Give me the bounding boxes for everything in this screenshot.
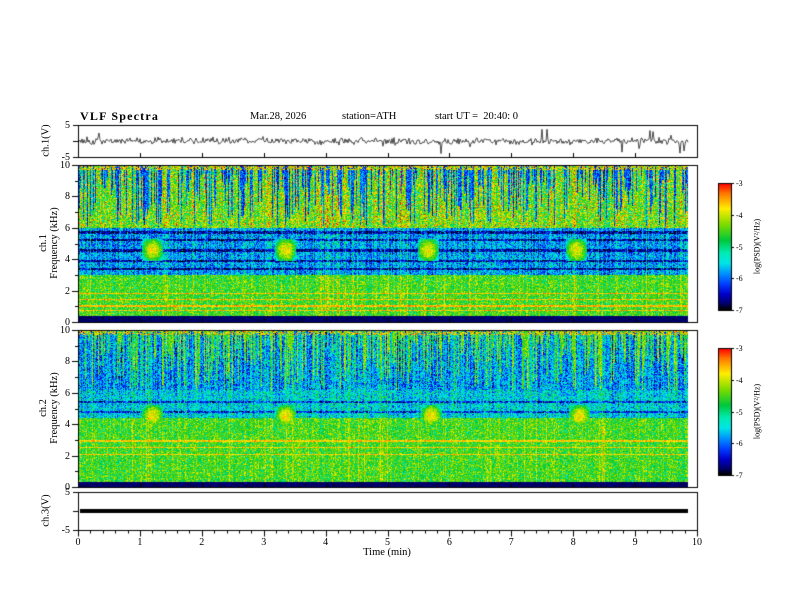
x-tick-label: 3 — [261, 537, 267, 548]
y-tick-label: 4 — [65, 419, 70, 431]
x-tick-label: 0 — [75, 537, 81, 548]
colorbar-tick-label: -6 — [736, 439, 743, 449]
colorbar-tick-label: -6 — [736, 274, 743, 284]
y-tick-label: -5 — [61, 525, 70, 536]
x-tick-label: 1 — [137, 537, 143, 548]
y-tick-label: 2 — [65, 285, 70, 297]
colorbar-tick-label: -5 — [736, 242, 743, 252]
x-tick-label: 10 — [692, 537, 702, 548]
y-tick-label: 6 — [65, 222, 70, 234]
x-tick-label: 8 — [570, 537, 576, 548]
y-tick-label: 10 — [60, 325, 70, 336]
y-tick-label: -5 — [61, 152, 70, 163]
y-tick-label: 5 — [65, 120, 70, 131]
colorbar-tick-label: -3 — [736, 179, 743, 188]
text-layer: VLF Spectra Mar.28, 2026 station=ATH sta… — [0, 0, 792, 612]
plot-date: Mar.28, 2026 — [250, 111, 307, 122]
y-tick-label: 8 — [65, 191, 70, 203]
x-tick-label: 4 — [323, 537, 329, 548]
y-tick-label: 5 — [65, 487, 70, 498]
colorbar-label-2: log(PSD)(V²/Hz) — [752, 383, 762, 440]
colorbar-tick-label: -3 — [736, 344, 743, 353]
vlf-spectra-figure: VLF Spectra Mar.28, 2026 station=ATH sta… — [0, 0, 792, 612]
x-tick-label: 7 — [508, 537, 514, 548]
x-tick-label: 6 — [446, 537, 452, 548]
x-tick-label: 2 — [199, 537, 205, 548]
colorbar-tick-label: -5 — [736, 407, 743, 417]
plot-title: VLF Spectra — [80, 109, 160, 123]
y-tick-label: 6 — [65, 387, 70, 399]
plot-start-ut: start UT = 20:40: 0 — [435, 111, 519, 122]
colorbar-tick-label: -4 — [736, 375, 743, 385]
colorbar-tick-label: -7 — [736, 471, 743, 480]
x-tick-label: 9 — [632, 537, 638, 548]
y-tick-label: 2 — [65, 450, 70, 462]
colorbar-label-1: log(PSD)(V²/Hz) — [752, 218, 762, 275]
plot-station: station=ATH — [342, 111, 397, 122]
y-tick-label: 4 — [65, 254, 70, 266]
y-tick-label: 8 — [65, 356, 70, 368]
x-axis-label: Time (min) — [363, 547, 411, 558]
colorbar-tick-label: -4 — [736, 210, 743, 220]
colorbar-tick-label: -7 — [736, 306, 743, 315]
x-tick-label: 5 — [385, 537, 390, 548]
